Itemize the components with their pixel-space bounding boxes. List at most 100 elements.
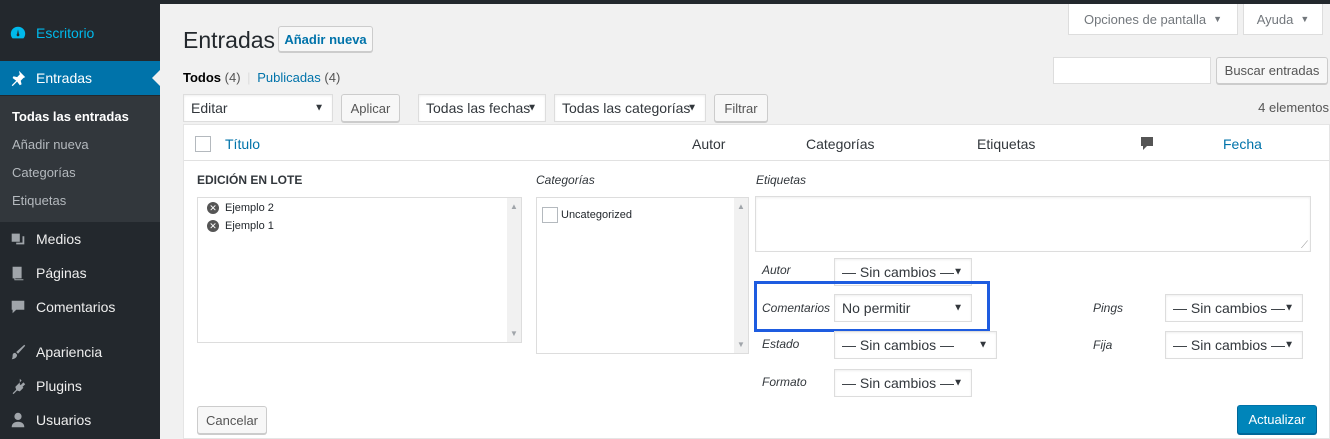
sidebar-item-users[interactable]: Usuarios (0, 403, 160, 437)
categories-checklist: Uncategorized ▲ ▼ (536, 197, 749, 354)
sticky-label: Fija (1093, 338, 1113, 352)
bulk-posts-list: ✕ Ejemplo 2 ✕ Ejemplo 1 ▲ ▼ (197, 197, 522, 343)
caret-down-icon: ▼ (1284, 302, 1294, 314)
sidebar-item-label: Escritorio (36, 25, 95, 41)
select-all-checkbox[interactable] (195, 136, 211, 152)
submenu-item-add-new[interactable]: Añadir nueva (12, 137, 89, 152)
scrollbar[interactable]: ▲ ▼ (734, 198, 748, 353)
sidebar-item-label: Usuarios (36, 412, 92, 428)
sidebar-item-label: Plugins (36, 378, 82, 394)
bulk-edit-heading: EDICIÓN EN LOTE (197, 173, 303, 187)
sidebar-item-label: Páginas (36, 265, 87, 281)
column-date[interactable]: Fecha (1223, 136, 1262, 152)
sidebar-item-label: Medios (36, 231, 82, 247)
scroll-down-icon[interactable]: ▼ (737, 340, 745, 349)
sticky-value: — Sin cambios — (1173, 337, 1286, 353)
sidebar-item-dashboard[interactable]: Escritorio (0, 16, 160, 50)
view-all-link[interactable]: Todos (183, 70, 221, 85)
sidebar-item-label: Entradas (36, 70, 93, 86)
media-icon (0, 230, 36, 248)
sidebar-item-media[interactable]: Medios (0, 222, 160, 256)
caret-down-icon: ▼ (1284, 339, 1294, 351)
view-published-link[interactable]: Publicadas (257, 70, 321, 85)
views-separator: | (247, 70, 251, 85)
sticky-select[interactable]: — Sin cambios — ▼ (1165, 331, 1303, 359)
user-icon (0, 411, 36, 429)
post-name: Ejemplo 2 (225, 202, 274, 214)
column-title[interactable]: Título (225, 136, 260, 152)
categories-label: Categorías (536, 173, 595, 187)
tags-textarea[interactable]: ⟋ (755, 196, 1311, 252)
format-value: — Sin cambios — (842, 375, 955, 391)
caret-down-icon: ▼ (978, 339, 988, 351)
remove-icon[interactable]: ✕ (207, 202, 219, 214)
category-name: Uncategorized (561, 209, 632, 221)
author-value: — Sin cambios — (842, 264, 955, 280)
category-filter-value: Todas las categorías (562, 100, 691, 116)
submenu-item-categories[interactable]: Categorías (12, 165, 76, 180)
update-button[interactable]: Actualizar (1237, 405, 1317, 434)
pings-label: Pings (1093, 301, 1124, 315)
caret-down-icon: ▼ (953, 266, 963, 278)
help-label: Ayuda (1256, 11, 1294, 27)
sidebar-item-label: Comentarios (36, 299, 116, 315)
view-all-count: (4) (224, 70, 241, 85)
sidebar-item-appearance[interactable]: Apariencia (0, 335, 160, 369)
list-item: ✕ Ejemplo 2 (207, 202, 274, 214)
resize-handle-icon[interactable]: ⟋ (1301, 240, 1308, 251)
comment-icon (0, 298, 36, 316)
screen-options-label: Opciones de pantalla (1083, 11, 1207, 27)
help-button[interactable]: Ayuda ▼ (1243, 4, 1323, 35)
sidebar-item-pages[interactable]: Páginas (0, 256, 160, 290)
cancel-button[interactable]: Cancelar (197, 406, 267, 434)
pings-value: — Sin cambios — (1173, 300, 1286, 316)
sidebar-item-plugins[interactable]: Plugins (0, 369, 160, 403)
comment-bubble-icon[interactable] (1140, 136, 1154, 155)
caret-down-icon: ▼ (1213, 14, 1223, 24)
tags-label: Etiquetas (756, 173, 807, 187)
pages-icon (0, 264, 36, 282)
view-published-count: (4) (324, 70, 341, 85)
format-select[interactable]: — Sin cambios — ▼ (834, 369, 972, 397)
column-tags: Etiquetas (977, 136, 1036, 152)
apply-button[interactable]: Aplicar (341, 94, 400, 122)
caret-down-icon: ▼ (687, 102, 697, 114)
comments-label: Comentarios (762, 301, 831, 315)
screen-options-button[interactable]: Opciones de pantalla ▼ (1068, 4, 1238, 35)
bulk-action-value: Editar (191, 100, 228, 116)
dashboard-icon (0, 24, 36, 42)
comments-select[interactable]: No permitir ▼ (834, 294, 972, 322)
paintbrush-icon (0, 343, 36, 361)
search-button[interactable]: Buscar entradas (1216, 57, 1328, 84)
list-item: Uncategorized (542, 207, 632, 223)
pushpin-icon (0, 69, 36, 87)
date-filter-value: Todas las fechas (426, 100, 531, 116)
submenu-item-all-posts[interactable]: Todas las entradas (12, 109, 129, 124)
admin-sidebar: Escritorio Entradas Todas las entradas A… (0, 0, 160, 439)
date-filter-select[interactable]: Todas las fechas ▼ (418, 94, 546, 122)
views-filter: Todos (4) | Publicadas (4) (183, 70, 340, 85)
bulk-action-select[interactable]: Editar ▼ (183, 94, 333, 122)
scroll-down-icon[interactable]: ▼ (510, 329, 518, 338)
status-label: Estado (762, 337, 800, 351)
category-checkbox[interactable] (542, 207, 558, 223)
search-input[interactable] (1053, 57, 1211, 84)
sidebar-item-comments[interactable]: Comentarios (0, 290, 160, 324)
sidebar-item-label: Apariencia (36, 344, 103, 360)
caret-down-icon: ▼ (527, 102, 537, 114)
scroll-up-icon[interactable]: ▲ (510, 202, 518, 211)
scrollbar[interactable]: ▲ ▼ (507, 198, 521, 342)
add-new-button[interactable]: Añadir nueva (278, 26, 373, 52)
filter-button[interactable]: Filtrar (714, 94, 768, 122)
sidebar-item-posts[interactable]: Entradas (0, 61, 160, 95)
status-select[interactable]: — Sin cambios — ▼ (834, 331, 997, 359)
posts-table: Título Autor Categorías Etiquetas Fecha … (183, 124, 1330, 439)
post-name: Ejemplo 1 (225, 220, 274, 232)
remove-icon[interactable]: ✕ (207, 220, 219, 232)
posts-submenu: Todas las entradas Añadir nueva Categorí… (0, 96, 160, 222)
category-filter-select[interactable]: Todas las categorías ▼ (554, 94, 706, 122)
pings-select[interactable]: — Sin cambios — ▼ (1165, 294, 1303, 322)
submenu-item-tags[interactable]: Etiquetas (12, 193, 66, 208)
caret-down-icon: ▼ (314, 102, 324, 114)
scroll-up-icon[interactable]: ▲ (737, 202, 745, 211)
